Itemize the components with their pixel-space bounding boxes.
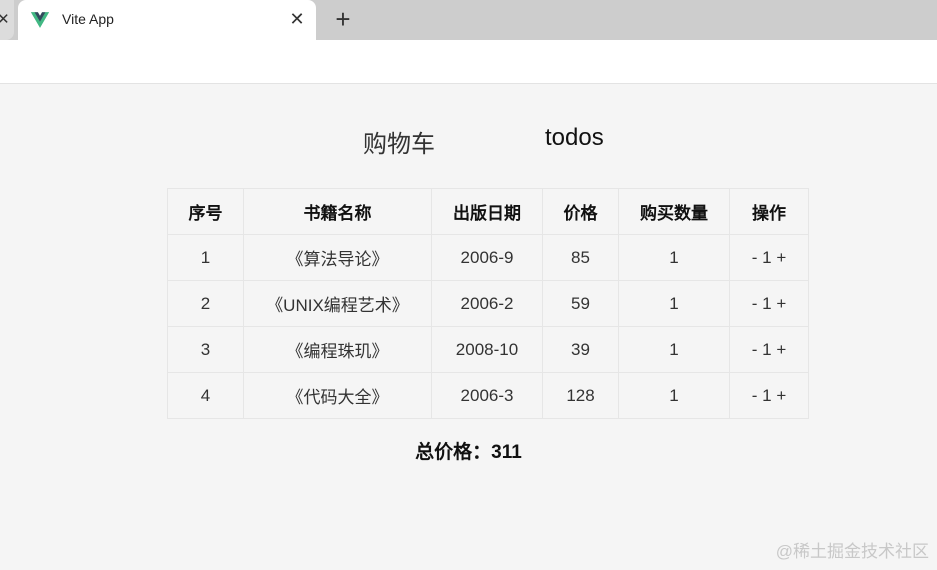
cell-price: 128 (542, 372, 619, 419)
browser-toolbar (0, 40, 937, 84)
cell-book-name: 《UNIX编程艺术》 (243, 280, 432, 327)
tab-title: Vite App (62, 11, 114, 27)
cell-book-name: 《代码大全》 (243, 372, 432, 419)
cell-actions: - 1 + (729, 234, 809, 281)
table-row: 2 《UNIX编程艺术》 2006-2 59 1 - 1 + (167, 280, 809, 327)
top-nav: 购物车 todos (0, 124, 937, 158)
cart-table: 序号 书籍名称 出版日期 价格 购买数量 操作 1 《算法导论》 2006-9 … (167, 188, 809, 419)
cell-index: 4 (167, 372, 244, 419)
header-publish-date: 出版日期 (431, 188, 543, 235)
cell-publish-date: 2006-3 (431, 372, 543, 419)
cell-index: 1 (167, 234, 244, 281)
header-actions: 操作 (729, 188, 809, 235)
cell-actions: - 1 + (729, 280, 809, 327)
vue-logo-icon (31, 12, 49, 28)
cell-book-name: 《编程珠玑》 (243, 326, 432, 373)
previous-tab[interactable]: ✕ (0, 0, 14, 40)
cell-publish-date: 2006-9 (431, 234, 543, 281)
header-price: 价格 (542, 188, 619, 235)
table-row: 3 《编程珠玑》 2008-10 39 1 - 1 + (167, 326, 809, 373)
cell-index: 2 (167, 280, 244, 327)
cell-book-name: 《算法导论》 (243, 234, 432, 281)
cell-quantity: 1 (618, 326, 730, 373)
cell-publish-date: 2006-2 (431, 280, 543, 327)
decrement-button[interactable]: - (752, 294, 758, 314)
action-quantity: 1 (762, 293, 772, 313)
increment-button[interactable]: + (776, 248, 786, 268)
cell-actions: - 1 + (729, 326, 809, 373)
decrement-button[interactable]: - (752, 340, 758, 360)
action-quantity: 1 (762, 385, 772, 405)
browser-tab-strip: ✕ Vite App ✕ + (0, 0, 937, 40)
table-row: 4 《代码大全》 2006-3 128 1 - 1 + (167, 372, 809, 419)
action-quantity: 1 (762, 247, 772, 267)
header-book-name: 书籍名称 (243, 188, 432, 235)
cell-index: 3 (167, 326, 244, 373)
cell-quantity: 1 (618, 372, 730, 419)
new-tab-icon[interactable]: + (330, 5, 356, 35)
header-quantity: 购买数量 (618, 188, 730, 235)
tab-close-icon[interactable]: ✕ (288, 9, 306, 29)
cell-price: 85 (542, 234, 619, 281)
nav-link-todos[interactable]: todos (545, 124, 604, 152)
decrement-button[interactable]: - (752, 386, 758, 406)
total-price-value: 311 (491, 442, 522, 463)
header-index: 序号 (167, 188, 244, 235)
cell-actions: - 1 + (729, 372, 809, 419)
cell-quantity: 1 (618, 234, 730, 281)
cell-price: 39 (542, 326, 619, 373)
cell-price: 59 (542, 280, 619, 327)
action-quantity: 1 (762, 339, 772, 359)
previous-tab-close-icon[interactable]: ✕ (0, 10, 10, 28)
active-tab[interactable]: Vite App ✕ (18, 0, 316, 40)
table-row: 1 《算法导论》 2006-9 85 1 - 1 + (167, 234, 809, 281)
page-content: 购物车 todos 序号 书籍名称 出版日期 价格 购买数量 操作 1 《算法导… (0, 88, 937, 570)
increment-button[interactable]: + (776, 294, 786, 314)
decrement-button[interactable]: - (752, 248, 758, 268)
total-price-label: 总价格： (415, 442, 492, 463)
watermark: @稀土掘金技术社区 (775, 542, 929, 561)
cell-publish-date: 2008-10 (431, 326, 543, 373)
increment-button[interactable]: + (776, 386, 786, 406)
nav-link-cart[interactable]: 购物车 (363, 124, 435, 159)
increment-button[interactable]: + (776, 340, 786, 360)
total-price: 总价格：311 (0, 437, 937, 464)
table-header-row: 序号 书籍名称 出版日期 价格 购买数量 操作 (167, 188, 809, 235)
cell-quantity: 1 (618, 280, 730, 327)
